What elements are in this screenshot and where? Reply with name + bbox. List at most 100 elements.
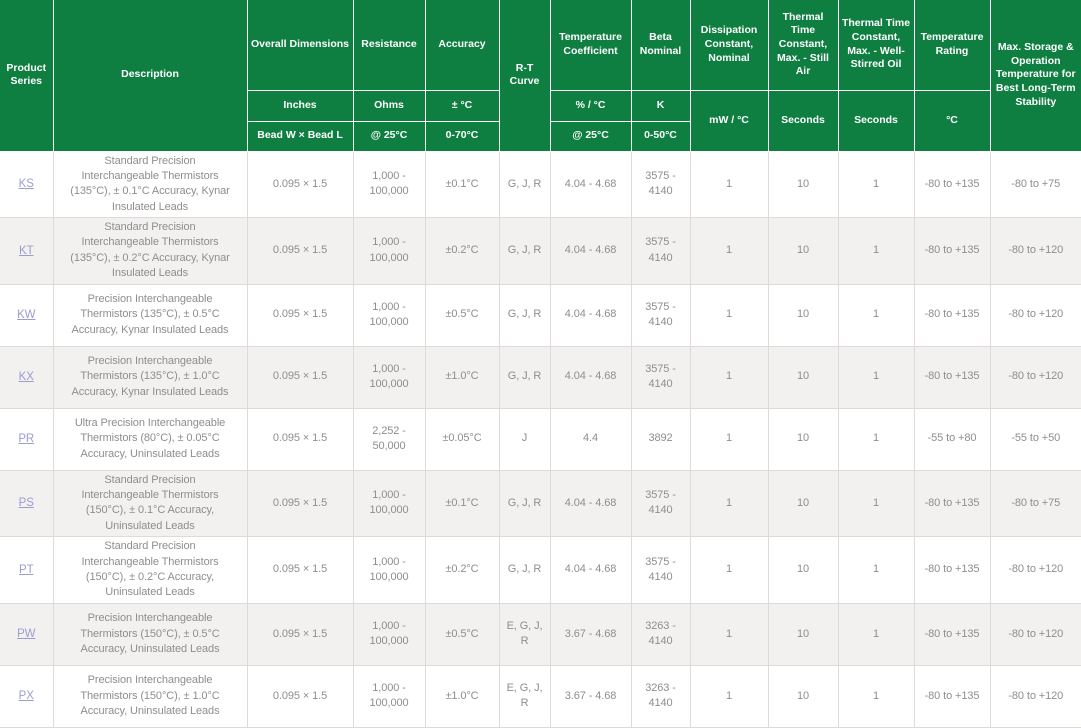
- col-header-dissipation-constant: Dissipation Constant, Nominal: [690, 0, 768, 90]
- col-header-rt-curve: R-T Curve: [499, 0, 550, 151]
- col-header-thermal-time-constant-still-air: Thermal Time Constant, Max. - Still Air: [768, 0, 838, 90]
- cell-accuracy: ±0.1°C: [425, 151, 499, 218]
- cell-max-storage: -80 to +75: [990, 151, 1081, 218]
- cell-product-series: PS: [0, 470, 53, 537]
- unit-temperature-rating: °C: [914, 90, 990, 151]
- product-series-link[interactable]: PX: [19, 690, 34, 702]
- cell-product-series: PW: [0, 603, 53, 665]
- product-series-link[interactable]: PW: [17, 628, 35, 640]
- cell-rt-curve: G, J, R: [499, 537, 550, 604]
- cell-ttc-oil: 1: [838, 603, 914, 665]
- cell-dimensions: 0.095 × 1.5: [247, 603, 353, 665]
- cell-accuracy: ±0.1°C: [425, 470, 499, 537]
- table-row: PR Ultra Precision Interchangeable Thermi…: [0, 408, 1081, 470]
- cell-dissipation: 1: [690, 151, 768, 218]
- cell-beta: 3263 - 4140: [631, 603, 690, 665]
- cell-dissipation: 1: [690, 284, 768, 346]
- cell-resistance: 1,000 - 100,000: [353, 537, 425, 604]
- table-row: KX Precision Interchangeable Thermistors …: [0, 346, 1081, 408]
- product-series-link[interactable]: KS: [19, 178, 34, 190]
- table-row: PSStandard Precision Interchangeable The…: [0, 470, 1081, 537]
- cell-description: Standard Precision Interchangeable Therm…: [53, 218, 247, 285]
- cell-max-storage: -80 to +120: [990, 346, 1081, 408]
- cell-dissipation: 1: [690, 537, 768, 604]
- table-row: PXPrecision Interchangeable Thermistors …: [0, 665, 1081, 727]
- cell-resistance: 1,000 - 100,000: [353, 284, 425, 346]
- col-header-beta-nominal: Beta Nominal: [631, 0, 690, 90]
- condition-temp-coefficient: @ 25°C: [550, 121, 631, 151]
- unit-ttc-oil: Seconds: [838, 90, 914, 151]
- cell-dissipation: 1: [690, 346, 768, 408]
- cell-ttc-oil: 1: [838, 284, 914, 346]
- cell-rt-curve: J: [499, 408, 550, 470]
- cell-temp-coeff: 4.04 - 4.68: [550, 151, 631, 218]
- col-header-thermal-time-constant-oil: Thermal Time Constant, Max. - Well-Stirr…: [838, 0, 914, 90]
- unit-temp-coefficient: % / °C: [550, 90, 631, 121]
- cell-dimensions: 0.095 × 1.5: [247, 408, 353, 470]
- col-header-max-storage: Max. Storage & Operation Temperature for…: [990, 0, 1081, 151]
- condition-beta-nominal: 0-50°C: [631, 121, 690, 151]
- cell-max-storage: -80 to +120: [990, 603, 1081, 665]
- cell-rt-curve: G, J, R: [499, 218, 550, 285]
- cell-ttc-oil: 1: [838, 665, 914, 727]
- cell-description: Ultra Precision Interchangeable Thermist…: [53, 408, 247, 470]
- cell-product-series: PR: [0, 408, 53, 470]
- product-series-link[interactable]: KX: [19, 371, 34, 383]
- cell-max-storage: -80 to +120: [990, 665, 1081, 727]
- table-row: PT Standard Precision Interchangeable The…: [0, 537, 1081, 604]
- cell-dimensions: 0.095 × 1.5: [247, 284, 353, 346]
- cell-accuracy: ±1.0°C: [425, 665, 499, 727]
- condition-accuracy: 0-70°C: [425, 121, 499, 151]
- cell-temp-rating: -80 to +135: [914, 151, 990, 218]
- cell-temp-coeff: 4.04 - 4.68: [550, 284, 631, 346]
- cell-product-series: KT: [0, 218, 53, 285]
- product-series-link[interactable]: KT: [19, 245, 34, 257]
- condition-resistance: @ 25°C: [353, 121, 425, 151]
- cell-resistance: 1,000 - 100,000: [353, 470, 425, 537]
- cell-description: Standard Precision Interchangeable Therm…: [53, 151, 247, 218]
- cell-product-series: KS: [0, 151, 53, 218]
- cell-beta: 3575 - 4140: [631, 537, 690, 604]
- cell-rt-curve: E, G, J, R: [499, 665, 550, 727]
- cell-description: Standard Precision Interchangeable Therm…: [53, 537, 247, 604]
- cell-accuracy: ±1.0°C: [425, 346, 499, 408]
- cell-dimensions: 0.095 × 1.5: [247, 537, 353, 604]
- cell-dimensions: 0.095 × 1.5: [247, 346, 353, 408]
- cell-temp-coeff: 3.67 - 4.68: [550, 665, 631, 727]
- cell-dimensions: 0.095 × 1.5: [247, 470, 353, 537]
- cell-accuracy: ±0.2°C: [425, 537, 499, 604]
- product-series-link[interactable]: PS: [19, 497, 34, 509]
- unit-accuracy: ± °C: [425, 90, 499, 121]
- cell-product-series: KW: [0, 284, 53, 346]
- cell-rt-curve: G, J, R: [499, 151, 550, 218]
- cell-beta: 3575 - 4140: [631, 218, 690, 285]
- cell-dimensions: 0.095 × 1.5: [247, 218, 353, 285]
- cell-resistance: 1,000 - 100,000: [353, 603, 425, 665]
- cell-max-storage: -80 to +75: [990, 470, 1081, 537]
- cell-product-series: KX: [0, 346, 53, 408]
- unit-beta-nominal: K: [631, 90, 690, 121]
- cell-temp-rating: -80 to +135: [914, 603, 990, 665]
- cell-ttc-still-air: 10: [768, 218, 838, 285]
- col-header-accuracy: Accuracy: [425, 0, 499, 90]
- cell-max-storage: -55 to +50: [990, 408, 1081, 470]
- col-header-resistance: Resistance: [353, 0, 425, 90]
- col-header-description: Description: [53, 0, 247, 151]
- col-header-temperature-rating: Temperature Rating: [914, 0, 990, 90]
- cell-resistance: 2,252 - 50,000: [353, 408, 425, 470]
- cell-ttc-still-air: 10: [768, 470, 838, 537]
- cell-resistance: 1,000 - 100,000: [353, 665, 425, 727]
- table-row: KWPrecision Interchangeable Thermistors …: [0, 284, 1081, 346]
- product-series-link[interactable]: PT: [19, 564, 34, 576]
- cell-temp-coeff: 4.04 - 4.68: [550, 537, 631, 604]
- table-row: PWPrecision Interchangeable Thermistors …: [0, 603, 1081, 665]
- cell-max-storage: -80 to +120: [990, 284, 1081, 346]
- product-series-link[interactable]: PR: [18, 433, 34, 445]
- cell-description: Precision Interchangeable Thermistors (1…: [53, 346, 247, 408]
- col-header-product-series: Product Series: [0, 0, 53, 151]
- cell-max-storage: -80 to +120: [990, 537, 1081, 604]
- cell-ttc-still-air: 10: [768, 284, 838, 346]
- product-series-link[interactable]: KW: [17, 309, 35, 321]
- cell-product-series: PX: [0, 665, 53, 727]
- cell-beta: 3575 - 4140: [631, 284, 690, 346]
